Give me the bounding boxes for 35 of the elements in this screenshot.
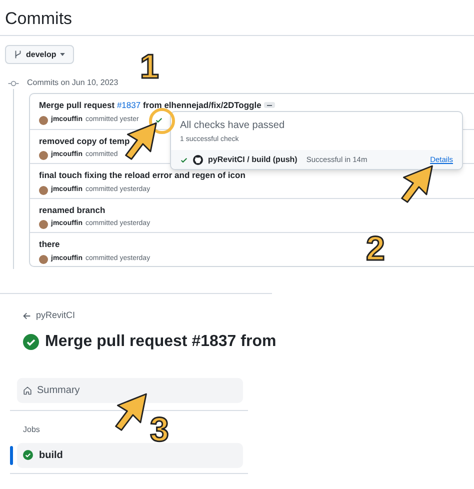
page-title: Commits — [5, 8, 72, 30]
commit-title[interactable]: renamed branch — [39, 204, 106, 216]
commit-icon — [8, 80, 19, 86]
checks-title: All checks have passed — [180, 119, 285, 133]
home-icon — [23, 386, 32, 394]
checks-passed-icon — [154, 116, 163, 124]
jobs-heading: Jobs — [23, 424, 40, 436]
step-number: 2 — [366, 232, 385, 266]
pointer-arrow-icon — [398, 164, 436, 206]
commit-date-heading: Commits on Jun 10, 2023 — [27, 77, 118, 89]
success-icon — [23, 334, 39, 350]
github-icon — [193, 154, 203, 164]
avatar — [39, 220, 48, 229]
job-item[interactable]: build — [17, 442, 243, 468]
more-icon[interactable] — [264, 102, 276, 108]
check-name: pyRevitCI / build (push) — [208, 154, 298, 166]
workflow-link[interactable]: pyRevitCI — [36, 309, 76, 322]
summary-item[interactable]: Summary — [17, 378, 243, 402]
avatar — [39, 254, 48, 264]
commit-title[interactable]: final touch fixing the reload error and regen of icon — [39, 169, 246, 182]
commit-title[interactable]: removed copy of temp — [39, 134, 130, 148]
success-icon — [23, 450, 33, 460]
run-title: Merge pull request #1837 from — [45, 332, 276, 352]
back-arrow-icon[interactable] — [23, 312, 31, 320]
check-icon — [180, 156, 188, 164]
avatar — [39, 186, 48, 194]
avatar — [39, 151, 48, 160]
commit-title[interactable]: Merge pull request #1837 from elhennejad/fix/2DToggle — [39, 99, 262, 112]
caret-icon — [60, 53, 66, 56]
branch-icon — [14, 50, 22, 59]
commit-title[interactable]: there — [39, 238, 60, 251]
step-number: 1 — [140, 50, 159, 84]
pointer-arrow-icon — [112, 392, 150, 434]
branch-button[interactable]: develop — [5, 45, 74, 64]
avatar — [39, 116, 48, 124]
